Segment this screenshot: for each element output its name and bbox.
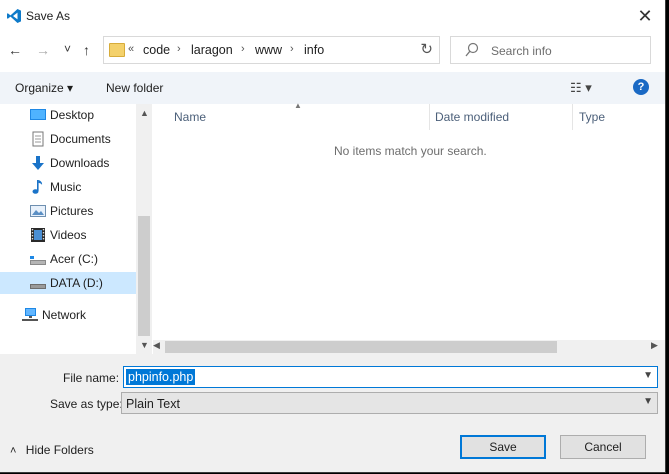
sidebar-item-pictures[interactable]: Pictures: [0, 200, 136, 222]
sidebar-item-data-d[interactable]: DATA (D:): [0, 272, 136, 294]
sidebar-item-label: Desktop: [50, 108, 95, 122]
breadcrumb-www[interactable]: www: [255, 43, 282, 57]
change-view-button[interactable]: ☷ ▾: [570, 80, 592, 96]
hide-folders-label: Hide Folders: [25, 443, 94, 457]
sidebar-item-videos[interactable]: Videos: [0, 224, 136, 246]
file-list[interactable]: ▲ Name Date modified Type No items match…: [153, 101, 665, 354]
cancel-button[interactable]: Cancel: [560, 435, 646, 459]
sidebar-item-label: Music: [50, 180, 82, 194]
file-list-horizontal-scrollbar[interactable]: ◀ ▶: [153, 340, 665, 354]
navigation-pane-scrollbar[interactable]: ▲ ▼: [136, 104, 152, 354]
refresh-icon[interactable]: ↻: [420, 40, 433, 58]
column-header-type[interactable]: Type: [579, 110, 605, 124]
save-as-type-select[interactable]: Plain Text ▼: [121, 392, 658, 414]
save-as-type-label: Save as type:: [50, 397, 123, 411]
forward-button[interactable]: →: [36, 42, 50, 58]
recent-locations-button[interactable]: ˅: [64, 42, 71, 56]
empty-message: No items match your search.: [334, 144, 487, 158]
network-icon: [22, 308, 38, 321]
breadcrumb-code[interactable]: code: [143, 43, 170, 57]
sidebar-item-label: Network: [42, 308, 87, 322]
sidebar-item-desktop[interactable]: Desktop: [0, 104, 136, 126]
search-placeholder: Search info: [491, 44, 552, 58]
save-as-type-value: Plain Text: [126, 397, 180, 411]
sidebar-item-label: Downloads: [50, 156, 110, 170]
scroll-left-icon[interactable]: ◀: [153, 340, 160, 351]
breadcrumb-info[interactable]: info: [304, 43, 324, 57]
chevron-down-icon[interactable]: ▼: [643, 370, 653, 381]
window-title: Save As: [26, 9, 71, 23]
chevron-down-icon[interactable]: ▼: [643, 396, 653, 407]
title-bar: Save As ✕: [0, 0, 665, 32]
sidebar-item-documents[interactable]: Documents: [0, 128, 136, 150]
file-name-input[interactable]: phpinfo.php ▼: [123, 366, 658, 388]
organize-button[interactable]: Organize ▾: [15, 81, 73, 95]
sidebar-item-label: Acer (C:): [50, 252, 98, 266]
chevron-up-icon: ˄: [10, 445, 17, 457]
up-button[interactable]: ↑: [83, 42, 90, 58]
sidebar-item-label: DATA (D:): [50, 276, 103, 290]
documents-icon: [32, 131, 44, 147]
address-bar[interactable]: « code › laragon › www › info ↻: [103, 36, 440, 64]
sidebar-item-music[interactable]: Music: [0, 176, 136, 198]
scrollbar-thumb[interactable]: [138, 216, 150, 336]
column-divider[interactable]: [429, 104, 430, 130]
videos-icon: [31, 228, 45, 242]
file-name-value: phpinfo.php: [126, 369, 196, 385]
column-divider[interactable]: [572, 104, 573, 130]
navigation-pane: Desktop Documents Downloads Music Pictur…: [0, 104, 152, 354]
sidebar-item-acer-c[interactable]: Acer (C:): [0, 248, 136, 270]
scroll-right-icon[interactable]: ▶: [651, 340, 658, 351]
vscode-icon: [7, 9, 21, 23]
pictures-icon: [30, 205, 46, 217]
folder-icon: [109, 43, 125, 57]
scrollbar-thumb[interactable]: [165, 341, 557, 353]
overflow-chevron[interactable]: «: [128, 43, 134, 55]
command-bar: [0, 72, 665, 104]
breadcrumb-laragon[interactable]: laragon: [191, 43, 233, 57]
close-icon[interactable]: ✕: [634, 6, 656, 26]
search-icon: [465, 42, 479, 57]
breadcrumb-separator[interactable]: ›: [241, 43, 245, 55]
hide-folders-button[interactable]: ˄ Hide Folders: [10, 443, 94, 457]
column-header-name[interactable]: Name: [174, 110, 206, 124]
sort-arrow-icon: ▲: [294, 101, 302, 110]
breadcrumb-separator[interactable]: ›: [177, 43, 181, 55]
desktop-icon: [30, 109, 46, 120]
breadcrumb-separator[interactable]: ›: [290, 43, 294, 55]
drive-icon: [30, 284, 46, 289]
help-icon[interactable]: ?: [633, 79, 649, 95]
scroll-down-icon[interactable]: ▼: [140, 340, 149, 350]
music-icon: [32, 180, 43, 194]
drive-icon: [30, 256, 46, 265]
search-box[interactable]: Search info: [450, 36, 651, 64]
save-button[interactable]: Save: [460, 435, 546, 459]
sidebar-item-label: Documents: [50, 132, 111, 146]
save-as-dialog: Save As ✕ ← → ˅ ↑ « code › laragon › www…: [0, 0, 666, 473]
new-folder-button[interactable]: New folder: [106, 81, 163, 95]
scroll-up-icon[interactable]: ▲: [140, 108, 149, 118]
file-name-label: File name:: [63, 371, 120, 385]
sidebar-item-label: Pictures: [50, 204, 94, 218]
sidebar-item-downloads[interactable]: Downloads: [0, 152, 136, 174]
sidebar-item-label: Videos: [50, 228, 87, 242]
sidebar-item-network[interactable]: Network: [0, 304, 136, 326]
downloads-icon: [32, 156, 44, 170]
column-header-date-modified[interactable]: Date modified: [435, 110, 509, 124]
back-button[interactable]: ←: [8, 42, 22, 58]
